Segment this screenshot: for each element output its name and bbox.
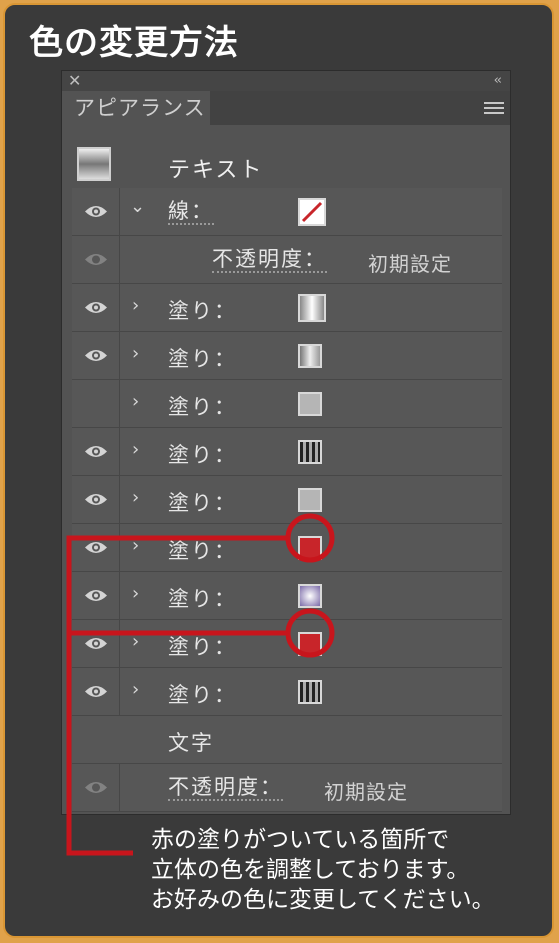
fill-swatch[interactable]: [298, 392, 322, 416]
char-opacity-label[interactable]: 不透明度：: [168, 775, 283, 801]
fill-row[interactable]: › 塗り：: [72, 284, 502, 332]
fill-swatch[interactable]: [298, 344, 322, 368]
visibility-eye-icon[interactable]: [84, 587, 108, 604]
visibility-eye-icon[interactable]: [84, 491, 108, 508]
visibility-eye-icon[interactable]: [84, 635, 108, 652]
visibility-eye-icon[interactable]: [84, 779, 108, 796]
visibility-eye-icon[interactable]: [84, 539, 108, 556]
chevron-right-icon[interactable]: ›: [132, 679, 139, 700]
text-object-label: テキスト: [168, 158, 264, 183]
close-icon[interactable]: ✕: [68, 71, 81, 91]
character-row[interactable]: 文字: [72, 716, 502, 764]
panel-topbar: ✕ ‹‹: [62, 71, 510, 91]
fill-swatch[interactable]: [298, 680, 322, 704]
panel-menu-icon[interactable]: [484, 99, 504, 117]
fill-label[interactable]: 塗り：: [168, 343, 237, 373]
frame: 色の変更方法 ✕ ‹‹ アピアランス テキスト ⌄ 線： 不透明度： 初期設定 …: [3, 3, 554, 938]
fill-row[interactable]: › 塗り：: [72, 620, 502, 668]
fill-label[interactable]: 塗り：: [168, 295, 237, 325]
page-title: 色の変更方法: [29, 23, 239, 63]
fill-swatch[interactable]: [298, 440, 322, 464]
fill-label[interactable]: 塗り：: [168, 439, 237, 469]
chevron-right-icon[interactable]: ›: [132, 535, 139, 556]
caption-line: 赤の塗りがついている箇所で: [151, 827, 450, 853]
fill-swatch[interactable]: [298, 584, 322, 608]
stroke-opacity-label[interactable]: 不透明度：: [212, 247, 327, 273]
visibility-eye-icon[interactable]: [84, 203, 108, 220]
appearance-panel: ✕ ‹‹ アピアランス テキスト ⌄ 線： 不透明度： 初期設定 › 塗り： ›…: [61, 70, 511, 815]
fill-row[interactable]: › 塗り：: [72, 668, 502, 716]
chevron-down-icon[interactable]: ⌄: [130, 196, 145, 217]
fill-swatch[interactable]: [298, 632, 322, 656]
stroke-row[interactable]: ⌄ 線：: [72, 188, 502, 236]
fill-label[interactable]: 塗り：: [168, 535, 237, 565]
chevron-right-icon[interactable]: ›: [132, 343, 139, 364]
visibility-eye-icon[interactable]: [84, 443, 108, 460]
text-thumbnail: [77, 147, 111, 181]
fill-row[interactable]: › 塗り：: [72, 380, 502, 428]
visibility-eye-icon[interactable]: [84, 251, 108, 268]
stroke-swatch[interactable]: [298, 198, 326, 226]
chevron-right-icon[interactable]: ›: [132, 583, 139, 604]
fill-row[interactable]: › 塗り：: [72, 476, 502, 524]
fill-swatch[interactable]: [298, 294, 326, 322]
stroke-opacity-row[interactable]: 不透明度： 初期設定: [72, 236, 502, 284]
text-object-row[interactable]: テキスト: [72, 141, 502, 188]
collapse-icon[interactable]: ‹‹: [494, 71, 503, 91]
fill-label[interactable]: 塗り：: [168, 631, 237, 661]
chevron-right-icon[interactable]: ›: [132, 295, 139, 316]
visibility-eye-icon[interactable]: [84, 683, 108, 700]
fill-row[interactable]: › 塗り：: [72, 572, 502, 620]
fill-swatch[interactable]: [298, 488, 322, 512]
fill-row[interactable]: › 塗り：: [72, 332, 502, 380]
chevron-right-icon[interactable]: ›: [132, 391, 139, 412]
stroke-opacity-value: 初期設定: [368, 252, 452, 276]
visibility-eye-icon[interactable]: [84, 299, 108, 316]
fill-row[interactable]: › 塗り：: [72, 524, 502, 572]
chevron-right-icon[interactable]: ›: [132, 631, 139, 652]
caption-line: お好みの色に変更してください。: [151, 887, 495, 913]
chevron-right-icon[interactable]: ›: [132, 487, 139, 508]
appearance-list: テキスト ⌄ 線： 不透明度： 初期設定 › 塗り： › 塗り： › 塗り： › 塗り： ›: [72, 141, 502, 812]
visibility-eye-icon[interactable]: [84, 347, 108, 364]
tab-row: アピアランス: [62, 91, 510, 125]
fill-label[interactable]: 塗り：: [168, 487, 237, 517]
fill-swatch[interactable]: [298, 536, 322, 560]
char-opacity-value: 初期設定: [324, 780, 408, 804]
char-opacity-row[interactable]: 不透明度： 初期設定: [72, 764, 502, 812]
character-label: 文字: [168, 731, 214, 755]
stroke-label[interactable]: 線：: [168, 199, 214, 225]
caption-line: 立体の色を調整しております。: [151, 857, 470, 883]
caption: 赤の塗りがついている箇所で 立体の色を調整しております。 お好みの色に変更してく…: [151, 825, 551, 915]
tab-appearance[interactable]: アピアランス: [62, 91, 210, 125]
fill-label[interactable]: 塗り：: [168, 391, 237, 421]
fill-label[interactable]: 塗り：: [168, 679, 237, 709]
chevron-right-icon[interactable]: ›: [132, 439, 139, 460]
fill-label[interactable]: 塗り：: [168, 583, 237, 613]
fill-row[interactable]: › 塗り：: [72, 428, 502, 476]
